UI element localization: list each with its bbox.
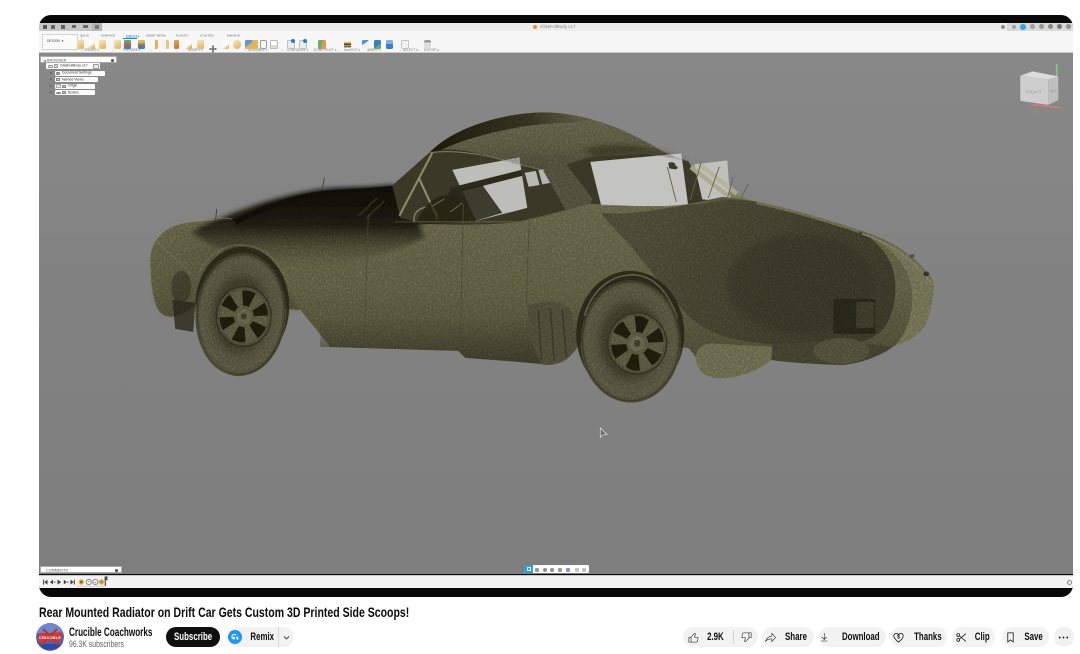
svg-text:$: $	[897, 634, 900, 640]
svg-text:CRUCIBLE: CRUCIBLE	[39, 635, 61, 640]
svg-text:RIGHT: RIGHT	[1026, 89, 1042, 95]
svg-text:BA: BA	[1050, 88, 1057, 94]
svg-text:X: X	[1034, 109, 1038, 115]
